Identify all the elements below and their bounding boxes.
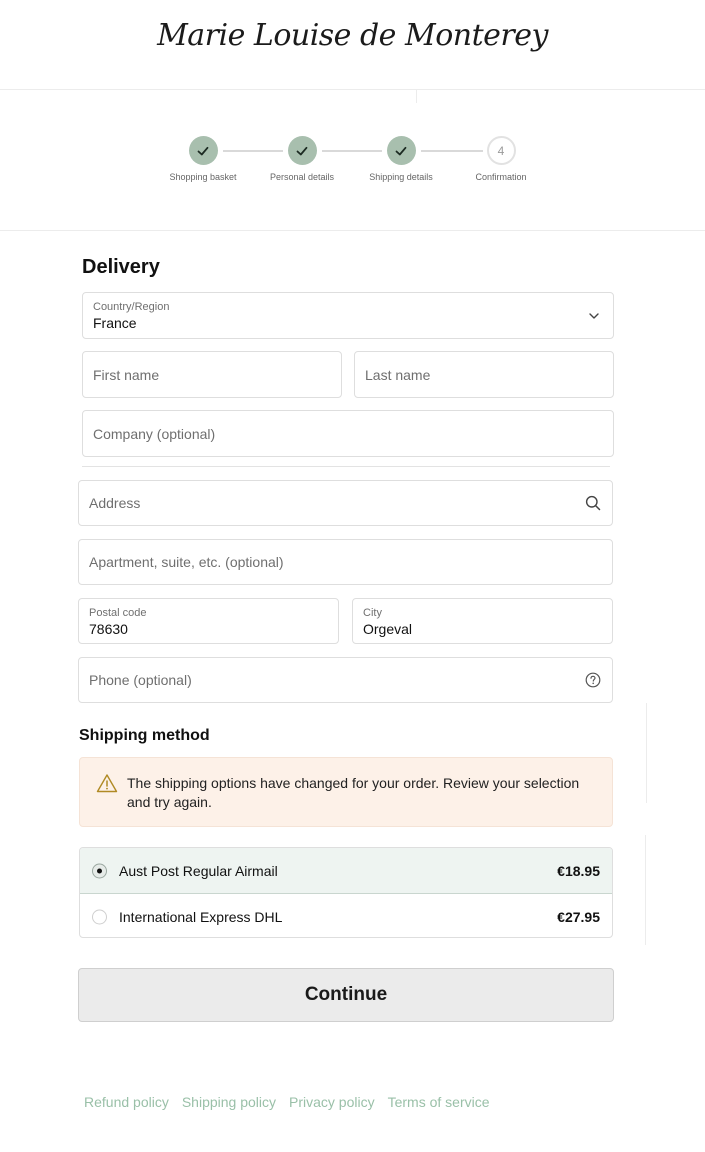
side-divider [645,835,646,945]
step-shopping-basket[interactable]: Shopping basket [153,136,253,182]
city-label: City [363,607,382,619]
radio-unselected[interactable] [92,909,107,924]
shipping-option-name: International Express DHL [119,908,283,925]
step-label: Personal details [269,172,335,182]
step-confirmation: 4 Confirmation [451,136,551,182]
shipping-option-price: €18.95 [557,862,600,879]
side-divider [646,703,647,803]
postal-code-label: Postal code [89,607,147,619]
first-name-placeholder: First name [93,366,160,383]
shipping-method-title: Shipping method [79,727,210,744]
city-value: Orgeval [363,621,413,637]
first-name-field[interactable]: First name [82,351,342,398]
delivery-title: Delivery [82,256,160,278]
shipping-option-name: Aust Post Regular Airmail [119,862,278,879]
radio-selected[interactable] [92,863,107,878]
step-label: Shopping basket [169,172,237,182]
check-icon [386,136,416,165]
check-icon [188,136,218,165]
footer-links: Refund policy Shipping policy Privacy poli… [84,1094,503,1110]
step-personal-details[interactable]: Personal details [252,136,352,182]
search-icon[interactable] [584,494,602,512]
step-shipping-details[interactable]: Shipping details [351,136,451,182]
shipping-warning: The shipping options have changed for yo… [79,757,613,827]
country-value: France [93,315,137,331]
chevron-down-icon [585,307,603,325]
company-placeholder: Company (optional) [93,425,216,442]
refund-policy-link[interactable]: Refund policy [84,1094,169,1110]
country-select[interactable]: Country/Region France [82,292,614,339]
form-divider [82,466,610,467]
postal-code-field[interactable]: Postal code 78630 [78,598,339,644]
shipping-policy-link[interactable]: Shipping policy [182,1094,276,1110]
shipping-option-dhl[interactable]: International Express DHL €27.95 [80,894,612,937]
continue-button[interactable]: Continue [78,968,614,1022]
phone-placeholder: Phone (optional) [89,672,192,688]
header: Marie Louise de Monterey [0,0,705,90]
phone-field[interactable]: Phone (optional) [78,657,613,703]
company-field[interactable]: Company (optional) [82,410,614,457]
check-icon [287,136,317,165]
address-placeholder: Address [89,495,141,511]
help-icon[interactable] [584,671,602,689]
terms-of-service-link[interactable]: Terms of service [388,1094,490,1110]
shipping-option-aust-post[interactable]: Aust Post Regular Airmail €18.95 [80,848,612,894]
step-number: 4 [486,136,516,165]
privacy-policy-link[interactable]: Privacy policy [289,1094,375,1110]
warning-icon [96,773,118,793]
postal-code-value: 78630 [89,621,128,637]
step-label: Confirmation [475,172,527,182]
warning-text: The shipping options have changed for yo… [127,775,580,810]
shipping-option-price: €27.95 [557,908,600,925]
country-label: Country/Region [93,301,170,313]
address-field[interactable]: Address [78,480,613,526]
apartment-field[interactable]: Apartment, suite, etc. (optional) [78,539,613,585]
last-name-placeholder: Last name [365,366,431,383]
brand-logo[interactable]: Marie Louise de Monterey [0,18,705,53]
checkout-progress: Shopping basket Personal details Shippin… [0,89,705,231]
city-field[interactable]: City Orgeval [352,598,613,644]
last-name-field[interactable]: Last name [354,351,614,398]
apartment-placeholder: Apartment, suite, etc. (optional) [89,554,284,570]
step-label: Shipping details [369,172,433,182]
shipping-options: Aust Post Regular Airmail €18.95 Interna… [79,847,613,938]
